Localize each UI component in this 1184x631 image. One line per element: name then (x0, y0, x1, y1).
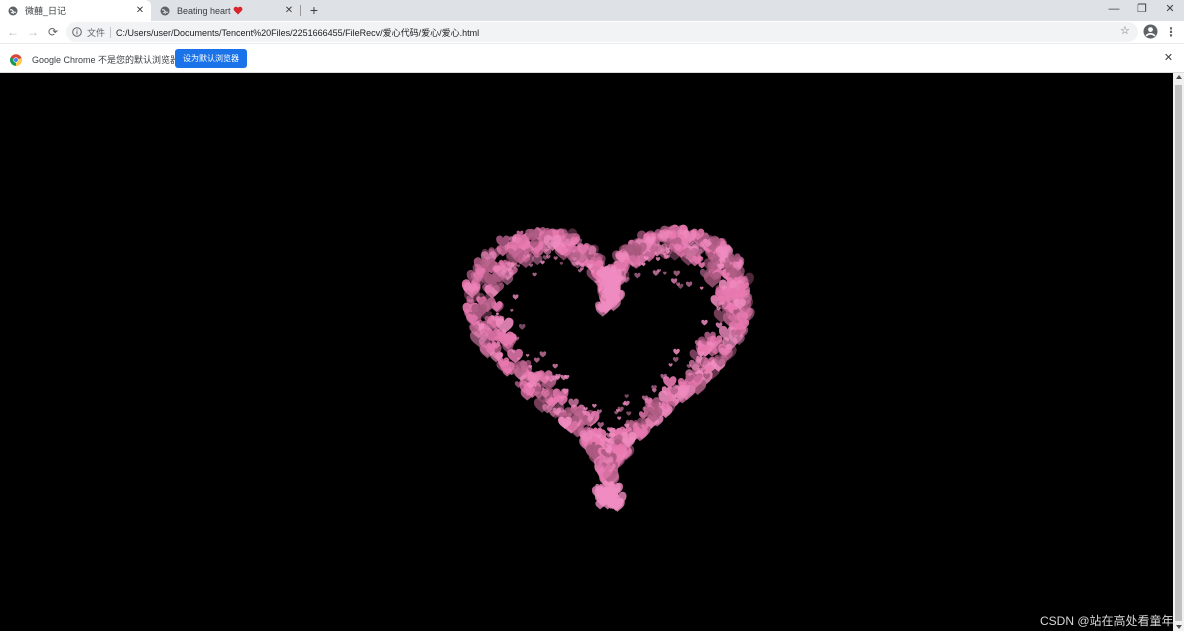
heart-particle (525, 353, 530, 358)
heart-particle (512, 294, 519, 300)
heart-particle (553, 256, 558, 261)
beating-heart-canvas (461, 224, 755, 512)
heart-particle (699, 286, 704, 290)
scroll-down-icon[interactable] (1176, 625, 1182, 629)
url-text: C:/Users/user/Documents/Tencent%20Files/… (116, 27, 480, 38)
heart-particle (539, 351, 547, 358)
heart-particle (663, 271, 667, 275)
restore-button[interactable]: ❐ (1128, 0, 1156, 21)
toolbar: ← → ⟳ 文件 C:/Users/user/Documents/Tencent… (0, 21, 1184, 43)
default-browser-infobar: Google Chrome 不是您的默认浏览器 设为默认浏览器 ✕ (0, 43, 1184, 73)
info-icon[interactable] (72, 27, 82, 37)
heart-particle (532, 272, 537, 277)
heart-particle (542, 255, 549, 261)
heart-particle (560, 374, 567, 381)
tab-diary[interactable]: 微囍_日记 ✕ (0, 0, 151, 21)
set-default-browser-button[interactable]: 设为默认浏览器 (175, 49, 247, 68)
menu-icon[interactable]: ⋮ (1164, 24, 1178, 40)
heart-particle (510, 308, 514, 312)
scroll-up-icon[interactable] (1176, 75, 1182, 79)
heart-particle (626, 411, 632, 416)
heart-particle (516, 264, 521, 268)
close-tab-icon[interactable]: ✕ (134, 5, 146, 17)
infobar-message: Google Chrome 不是您的默认浏览器 (32, 55, 180, 65)
heart-particle (533, 357, 540, 363)
scheme-label: 文件 (87, 27, 106, 38)
close-window-button[interactable]: ✕ (1156, 0, 1184, 21)
profile-avatar-icon[interactable] (1143, 24, 1158, 39)
back-button[interactable]: ← (5, 24, 21, 40)
heart-particle (685, 281, 693, 288)
heart-particle (552, 363, 558, 369)
heart-particle (641, 262, 646, 267)
tab-beating-heart[interactable]: Beating heart ✕ (152, 0, 300, 21)
heart-particle (673, 270, 680, 277)
heart-particle (559, 261, 564, 265)
heart-particle (673, 348, 680, 355)
heart-particle (592, 403, 597, 408)
page-canvas (0, 73, 1173, 631)
omnibox-divider (110, 26, 112, 38)
heart-particle (529, 263, 534, 268)
heart-particle (617, 416, 622, 421)
scrollbar-thumb[interactable] (1175, 85, 1182, 621)
forward-button[interactable]: → (25, 24, 41, 40)
red-heart-icon (233, 6, 242, 15)
address-bar[interactable]: 文件 C:/Users/user/Documents/Tencent%20Fil… (66, 22, 1138, 42)
tab-title: Beating heart (177, 5, 231, 16)
heart-particle (686, 364, 692, 369)
close-infobar-icon[interactable]: ✕ (1162, 52, 1175, 65)
heart-particle (597, 422, 604, 428)
heart-particle (668, 363, 673, 367)
close-tab-icon[interactable]: ✕ (283, 5, 295, 17)
heart-particle (540, 260, 545, 265)
csdn-watermark: CSDN @站在高处看童年 (1040, 614, 1174, 628)
heart-particle (655, 257, 661, 262)
heart-particle (634, 272, 641, 279)
minimize-button[interactable]: — (1100, 0, 1128, 21)
heart-particle (518, 323, 526, 330)
new-tab-button[interactable]: + (306, 2, 322, 18)
tab-separator (300, 5, 301, 16)
chrome-logo-icon (10, 53, 22, 66)
tab-strip: 微囍_日记 ✕ Beating heart ✕ + — ❐ ✕ (0, 0, 1184, 21)
tab-title: 微囍_日记 (25, 6, 67, 16)
globe-icon (8, 6, 18, 16)
globe-icon (160, 6, 170, 16)
vertical-scrollbar[interactable] (1173, 73, 1184, 631)
heart-particle (701, 319, 708, 326)
reload-button[interactable]: ⟳ (45, 24, 61, 40)
heart-particle (672, 357, 679, 363)
browser-window: 微囍_日记 ✕ Beating heart ✕ + — ❐ ✕ ← → ⟳ 文件 (0, 0, 1184, 631)
tab-title-wrap: Beating heart (177, 6, 283, 16)
bookmark-star-icon[interactable]: ☆ (1120, 25, 1132, 37)
heart-particle (624, 394, 629, 399)
